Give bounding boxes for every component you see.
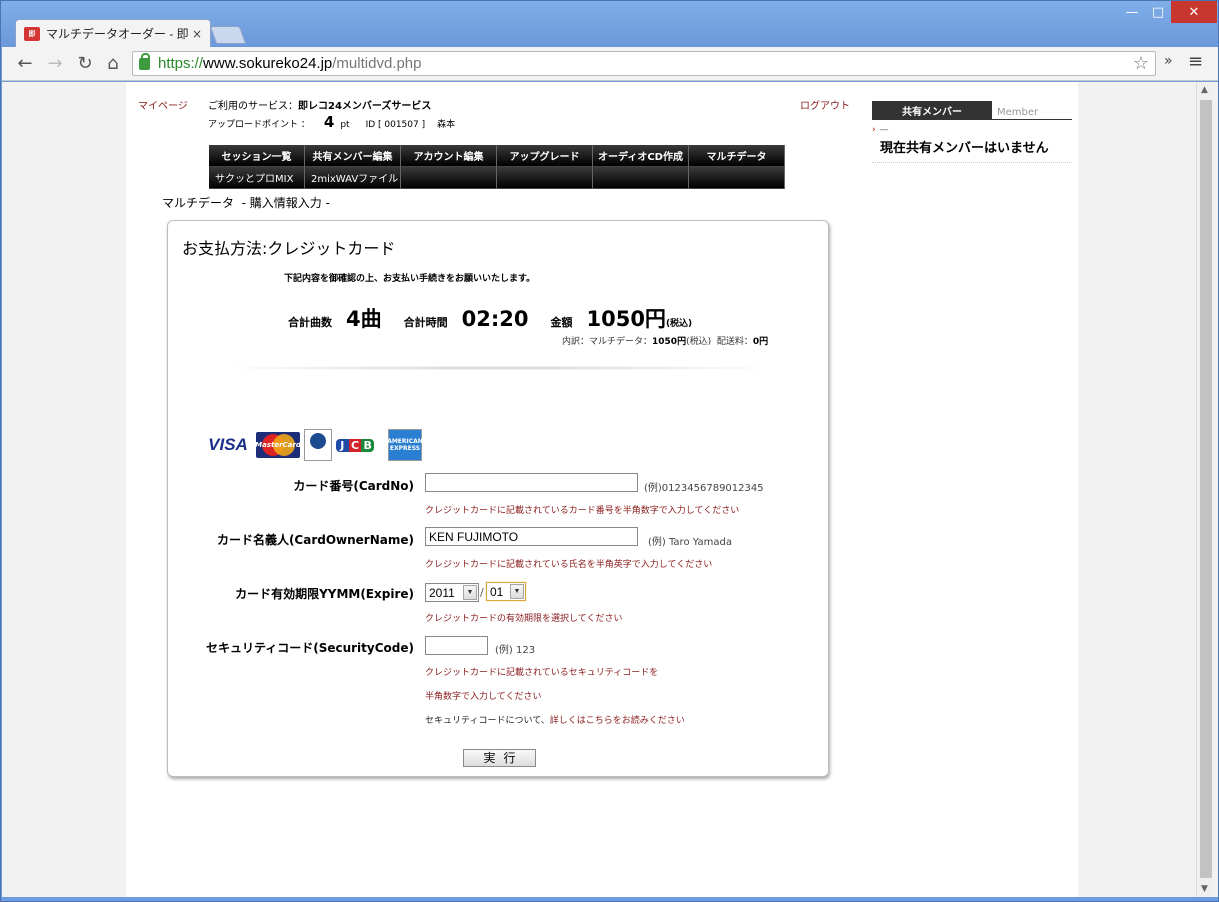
payment-box: お支払方法:クレジットカード 下記内容を御確認の上、お支払い手続きをお願いいたし… bbox=[167, 220, 829, 777]
security-info: セキュリティコードについて、詳しくはこちらをお読みください bbox=[425, 716, 685, 726]
chevron-down-icon: ▼ bbox=[463, 585, 477, 600]
url-text: https://www.sokureko24.jp/multidvd.php bbox=[158, 55, 422, 72]
upload-points-line: アップロードポイント ： 4 pt ID [ 001507 ] 森本 bbox=[208, 113, 456, 131]
bookmark-star-icon[interactable]: ☆ bbox=[1133, 53, 1149, 74]
upload-points: 4 bbox=[323, 113, 335, 131]
security-example: (例) 123 bbox=[495, 645, 536, 656]
browser-menu-icon[interactable]: ≡ bbox=[1188, 51, 1203, 72]
track-count: 4曲 bbox=[346, 307, 382, 331]
main-menu: セッション一覧 共有メンバー編集 アカウント編集 アップグレード オーディオCD… bbox=[209, 145, 785, 189]
submit-button[interactable]: 実行 bbox=[463, 749, 536, 767]
expire-year-select[interactable]: 2011 ▼ bbox=[425, 583, 479, 602]
user-id: ID [ 001507 ] bbox=[365, 120, 426, 130]
bullet-icon: › — bbox=[872, 125, 889, 135]
menu-account[interactable]: アカウント編集 bbox=[401, 145, 497, 167]
new-tab-button[interactable] bbox=[209, 26, 247, 44]
expire-label: カード有効期限YYMM(Expire) bbox=[235, 587, 414, 601]
diners-logo-icon bbox=[304, 429, 332, 461]
shared-members-en: Member bbox=[997, 107, 1039, 118]
total-amount: 1050円 bbox=[586, 307, 666, 331]
logout-link[interactable]: ログアウト bbox=[800, 97, 850, 112]
expire-separator: / bbox=[480, 586, 484, 599]
browser-tab[interactable]: 即 マルチデータオーダー - 即レコ × bbox=[15, 19, 211, 47]
menu-empty bbox=[593, 167, 689, 189]
forward-icon[interactable]: → bbox=[44, 53, 66, 75]
extensions-chevron-icon[interactable]: » bbox=[1164, 53, 1173, 69]
owner-example: (例) Taro Yamada bbox=[648, 537, 732, 548]
security-info-link[interactable]: 詳しくはこちらをお読みください bbox=[550, 716, 685, 726]
close-window-button[interactable]: ✕ bbox=[1171, 1, 1217, 23]
scroll-up-icon[interactable]: ▲ bbox=[1201, 85, 1208, 95]
user-name: 森本 bbox=[437, 120, 456, 130]
card-no-help: クレジットカードに記載されているカード番号を半角数字で入力してください bbox=[425, 506, 740, 516]
payment-title: お支払方法:クレジットカード bbox=[182, 239, 396, 258]
vertical-scrollbar[interactable]: ▲ ▼ bbox=[1196, 82, 1214, 897]
security-code-input[interactable] bbox=[425, 636, 488, 655]
reload-icon[interactable]: ↻ bbox=[74, 53, 96, 75]
card-owner-input[interactable] bbox=[425, 527, 638, 546]
no-members-message: 現在共有メンバーはいません bbox=[872, 135, 1072, 163]
breadcrumb: マルチデータ - 購入情報入力 - bbox=[162, 196, 330, 210]
divider bbox=[228, 366, 768, 370]
menu-audio-cd[interactable]: オーディオCD作成 bbox=[593, 145, 689, 167]
chevron-down-icon: ▼ bbox=[510, 584, 524, 599]
menu-empty bbox=[497, 167, 593, 189]
menu-upgrade[interactable]: アップグレード bbox=[497, 145, 593, 167]
tab-title: マルチデータオーダー - 即レコ bbox=[46, 27, 188, 41]
lock-icon bbox=[139, 52, 150, 70]
mypage-link[interactable]: マイページ bbox=[138, 97, 188, 112]
page-content: マイページ ご利用のサービス：即レコ24メンバーズサービス ログアウト アップロ… bbox=[126, 82, 1078, 897]
browser-window: 即 マルチデータオーダー - 即レコ × — □ ✕ ← → ↻ ⌂ https… bbox=[0, 0, 1219, 902]
card-no-label: カード番号(CardNo) bbox=[293, 479, 414, 493]
menu-sessions[interactable]: セッション一覧 bbox=[209, 145, 305, 167]
minimize-button[interactable]: — bbox=[1119, 1, 1145, 23]
scroll-thumb[interactable] bbox=[1200, 100, 1212, 878]
service-name: 即レコ24メンバーズサービス bbox=[298, 101, 432, 112]
owner-label: カード名義人(CardOwnerName) bbox=[216, 533, 414, 547]
menu-quick-mix[interactable]: サクッとプロMIX bbox=[209, 167, 305, 189]
mastercard-logo-icon: MasterCard bbox=[256, 432, 300, 458]
menu-share-members[interactable]: 共有メンバー編集 bbox=[305, 145, 401, 167]
shared-members-tab: 共有メンバー bbox=[872, 101, 992, 119]
expire-help: クレジットカードの有効期限を選択してください bbox=[425, 614, 623, 624]
menu-multidata[interactable]: マルチデータ bbox=[689, 145, 785, 167]
back-icon[interactable]: ← bbox=[14, 53, 36, 75]
total-time: 02:20 bbox=[461, 307, 529, 331]
menu-2mix-wav[interactable]: 2mixWAVファイル bbox=[305, 167, 401, 189]
card-number-input[interactable] bbox=[425, 473, 638, 492]
scroll-down-icon[interactable]: ▼ bbox=[1201, 884, 1208, 894]
browser-toolbar: ← → ↻ ⌂ https://www.sokureko24.jp/multid… bbox=[2, 47, 1218, 81]
price-breakdown: 内訳：マルチデータ：1050円(税込) 配送料：0円 bbox=[562, 337, 769, 347]
favicon-icon: 即 bbox=[24, 26, 40, 41]
shared-members-panel: 共有メンバー Member › — 現在共有メンバーはいません bbox=[872, 101, 1072, 163]
owner-help: クレジットカードに記載されている氏名を半角英字で入力してください bbox=[425, 560, 713, 570]
amex-logo-icon: AMERICAN EXPRESS bbox=[387, 429, 423, 461]
service-info: ご利用のサービス：即レコ24メンバーズサービス bbox=[208, 101, 432, 112]
menu-empty bbox=[689, 167, 785, 189]
payment-note: 下記内容を御確認の上、お支払い手続きをお願いいたします。 bbox=[284, 274, 536, 284]
expire-month-select[interactable]: 01 ▼ bbox=[486, 582, 526, 601]
title-bar: 即 マルチデータオーダー - 即レコ × — □ ✕ bbox=[1, 1, 1218, 47]
order-totals: 合計曲数 4曲 合計時間 02:20 金額 1050円 (税込) bbox=[288, 303, 692, 333]
menu-empty bbox=[401, 167, 497, 189]
visa-logo-icon: VISA bbox=[208, 435, 248, 454]
jcb-logo-icon: JCB bbox=[336, 431, 375, 459]
tab-close-icon[interactable]: × bbox=[192, 27, 202, 41]
address-bar[interactable]: https://www.sokureko24.jp/multidvd.php ☆ bbox=[132, 51, 1156, 76]
maximize-button[interactable]: □ bbox=[1145, 1, 1171, 23]
security-help-1: クレジットカードに記載されているセキュリティコードを bbox=[425, 668, 659, 678]
card-brands: VISA MasterCard JCB AMERICAN EXPRESS bbox=[204, 429, 423, 461]
home-icon[interactable]: ⌂ bbox=[102, 53, 124, 75]
page-viewport: マイページ ご利用のサービス：即レコ24メンバーズサービス ログアウト アップロ… bbox=[2, 82, 1218, 897]
security-help-2: 半角数字で入力してください bbox=[425, 692, 542, 702]
security-label: セキュリティコード(SecurityCode) bbox=[205, 641, 414, 655]
card-no-example: (例)0123456789012345 bbox=[644, 483, 764, 494]
